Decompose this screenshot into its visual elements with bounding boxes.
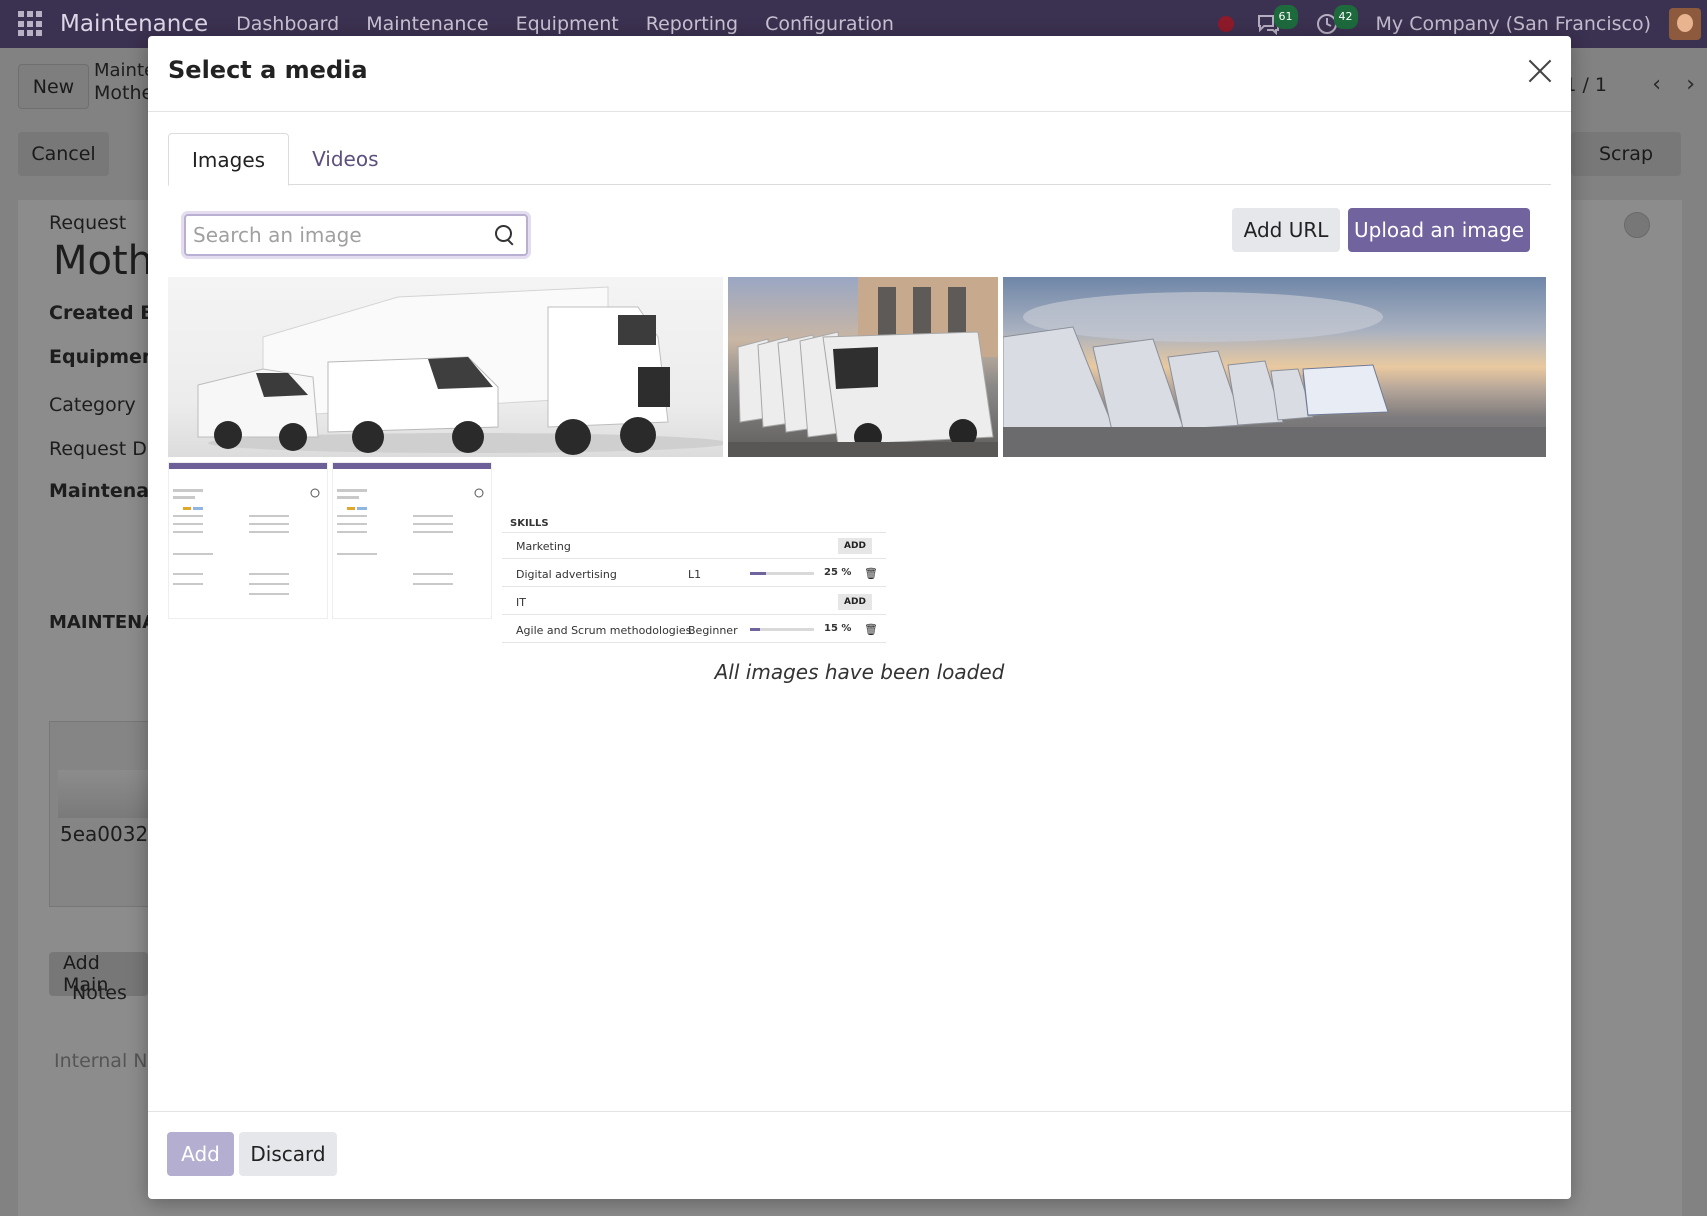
trash-icon: 🗑 <box>864 623 878 636</box>
company-switcher[interactable]: My Company (San Francisco) <box>1376 13 1651 35</box>
request-date-label: Request Da <box>49 438 159 460</box>
skill-add-button-marketing: ADD <box>838 538 872 554</box>
activities-badge: 42 <box>1333 5 1358 29</box>
menu-item-reporting[interactable]: Reporting <box>646 13 738 35</box>
category-label: Category <box>49 394 136 416</box>
skill-name-agile: Agile and Scrum methodologies <box>516 624 692 637</box>
skill-name-digital-advertising: Digital advertising <box>516 568 617 581</box>
request-title: Moth <box>53 238 154 284</box>
all-images-loaded-message: All images have been loaded <box>714 660 1005 684</box>
cancel-button[interactable]: Cancel <box>18 132 109 176</box>
new-button[interactable]: New <box>18 64 89 109</box>
attachment-thumbnail <box>58 770 150 818</box>
skill-add-button-it: ADD <box>838 594 872 610</box>
internal-notes-field[interactable]: Internal No <box>54 1050 159 1072</box>
skill-group-marketing: Marketing <box>516 540 571 553</box>
menu-item-dashboard[interactable]: Dashboard <box>236 13 339 35</box>
maintenance-label: Maintenan <box>49 480 163 502</box>
add-button[interactable]: Add <box>167 1132 234 1176</box>
upload-image-button[interactable]: Upload an image <box>1348 208 1530 252</box>
tab-notes[interactable]: Notes <box>72 982 127 1004</box>
discard-button[interactable]: Discard <box>239 1132 337 1176</box>
activities-clock-icon[interactable]: 42 <box>1316 5 1358 35</box>
messages-badge: 61 <box>1273 5 1298 29</box>
skill-progress-text-marketing: 25 % <box>824 567 852 578</box>
menu-item-configuration[interactable]: Configuration <box>765 13 894 35</box>
dialog-header: Select a media <box>148 36 1571 112</box>
messages-icon[interactable]: 61 <box>1256 5 1298 36</box>
apps-grid-icon[interactable] <box>18 11 44 37</box>
image-search-box <box>184 214 528 256</box>
user-avatar[interactable] <box>1669 8 1701 40</box>
menu-item-maintenance[interactable]: Maintenance <box>366 13 488 35</box>
skills-header: SKILLS <box>510 518 549 529</box>
image-thumbnail-screenshot-2[interactable] <box>332 462 492 619</box>
app-name[interactable]: Maintenance <box>60 11 208 37</box>
dialog-title: Select a media <box>168 56 368 84</box>
next-record-icon[interactable]: › <box>1686 72 1695 97</box>
image-thumbnail-vans[interactable] <box>728 277 998 457</box>
search-input[interactable] <box>186 223 494 247</box>
breadcrumb-parent[interactable]: Mainte <box>94 60 155 81</box>
skill-level-l1: L1 <box>688 568 702 581</box>
menu-item-equipment[interactable]: Equipment <box>516 13 619 35</box>
close-icon[interactable] <box>1523 54 1557 88</box>
skill-group-it: IT <box>516 596 526 609</box>
search-icon[interactable] <box>494 224 516 246</box>
trash-icon: 🗑 <box>864 567 878 580</box>
add-url-button[interactable]: Add URL <box>1232 208 1340 252</box>
image-thumbnail-trucks[interactable] <box>168 277 723 457</box>
previous-record-icon[interactable]: ‹ <box>1652 72 1661 97</box>
priority-status-icon[interactable] <box>1624 212 1650 238</box>
tab-images[interactable]: Images <box>168 133 290 186</box>
tab-videos[interactable]: Videos <box>289 133 401 185</box>
skill-level-beginner: Beginner <box>688 624 738 637</box>
image-thumbnail-skills[interactable]: SKILLS Marketing ADD Digital advertising… <box>498 514 890 647</box>
breadcrumb-current: Mothe <box>94 82 154 104</box>
maintenance-section-title: MAINTENA <box>49 612 157 633</box>
request-label: Request <box>49 212 127 234</box>
skill-progress-text-it: 15 % <box>824 623 852 634</box>
skill-progress-bar-it <box>750 628 760 631</box>
skill-progress-bar-marketing <box>750 572 766 575</box>
scrap-button[interactable]: Scrap <box>1571 132 1681 176</box>
attachment-name: 5ea0032 <box>60 822 149 846</box>
recording-indicator-icon[interactable] <box>1217 16 1234 32</box>
select-media-dialog: Select a media Images Videos Add URL Upl… <box>148 36 1571 1199</box>
dialog-footer: Add Discard <box>148 1111 1571 1199</box>
media-tabs: Images Videos <box>168 133 1551 186</box>
image-thumbnail-screenshot-1[interactable] <box>168 462 328 619</box>
image-thumbnail-fleet[interactable] <box>1003 277 1546 457</box>
attachment-card[interactable] <box>49 721 150 907</box>
main-menu: Dashboard Maintenance Equipment Reportin… <box>236 13 894 35</box>
